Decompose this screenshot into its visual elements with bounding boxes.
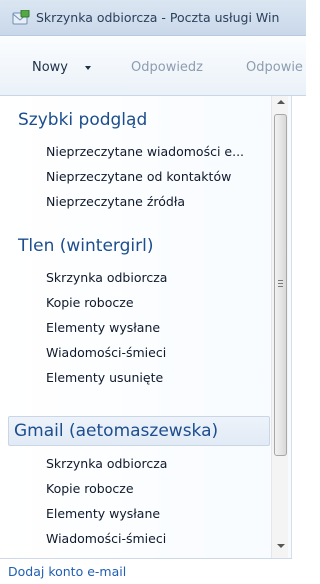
folder-pane: Szybki podgląd Nieprzeczytane wiadomości… [0,96,292,558]
folder-item-gmail-inbox[interactable]: Skrzynka odbiorcza [46,456,167,471]
folder-item-gmail-sent[interactable]: Elementy wysłane [46,506,160,521]
title-bar: Skrzynka odbiorcza - Poczta usługi Win [0,0,306,36]
add-email-account-link[interactable]: Dodaj konto e-mail [8,564,126,579]
scroll-down-arrow-icon[interactable] [277,544,285,548]
folder-item-tlen-sent[interactable]: Elementy wysłane [46,320,160,335]
folder-item-gmail-drafts[interactable]: Kopie robocze [46,481,134,496]
folder-item-unread-contacts[interactable]: Nieprzeczytane od kontaktów [46,169,231,184]
folder-item-tlen-inbox[interactable]: Skrzynka odbiorcza [46,270,167,285]
grip-line-icon [278,280,283,281]
reply-button[interactable]: Odpowiedz [131,60,203,75]
folder-item-tlen-junk[interactable]: Wiadomości-śmieci [46,345,166,360]
folder-item-tlen-deleted[interactable]: Elementy usunięte [46,370,163,385]
folder-item-tlen-drafts[interactable]: Kopie robocze [46,295,134,310]
add-account-bar: Dodaj konto e-mail [0,558,292,584]
toolbar: Nowy Odpowiedz Odpowie [0,36,306,96]
account-gmail-header[interactable]: Gmail (aetomaszewska) [14,421,218,441]
grip-line-icon [278,286,283,287]
folder-item-gmail-junk[interactable]: Wiadomości-śmieci [46,531,166,546]
reply-all-button[interactable]: Odpowie [246,60,303,75]
new-button[interactable]: Nowy [32,60,68,75]
scroll-thumb[interactable] [274,114,287,456]
mail-app-icon [12,9,30,26]
window-title: Skrzynka odbiorcza - Poczta usługi Win [36,10,280,25]
scroll-up-arrow-icon[interactable] [277,100,285,104]
folder-pane-scrollbar[interactable] [271,96,288,558]
quick-view-header[interactable]: Szybki podgląd [18,110,147,130]
grip-line-icon [278,283,283,284]
folder-item-unread-email[interactable]: Nieprzeczytane wiadomości e... [46,144,244,159]
chevron-down-icon[interactable] [85,66,91,70]
folder-item-unread-feeds[interactable]: Nieprzeczytane źródła [46,194,185,209]
message-list-area [292,96,306,584]
account-tlen-header[interactable]: Tlen (wintergirl) [18,236,153,256]
